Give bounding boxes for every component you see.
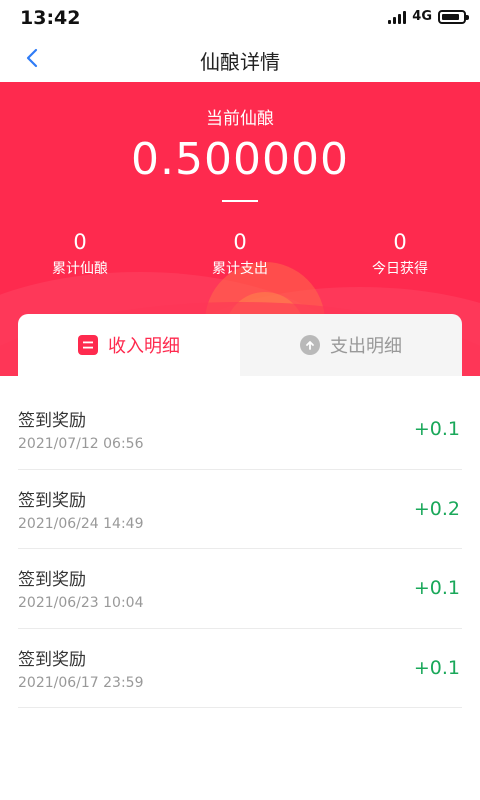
balance-value: 0.500000 [131, 134, 349, 185]
stat-label: 累计仙酿 [52, 261, 108, 277]
stat-value: 0 [393, 230, 407, 254]
page: 13:42 4G 仙酿详情 当前仙酿 0.500000 0 累计仙酿 0 累计支… [0, 0, 480, 800]
list-icon [78, 335, 98, 355]
record-title: 签到奖励 [18, 411, 86, 431]
record-title: 签到奖励 [18, 570, 86, 590]
list-item[interactable]: 签到奖励 2021/06/17 23:59 +0.1 [18, 629, 462, 708]
stat-total-spent: 0 累计支出 [170, 230, 310, 278]
list-item[interactable]: 签到奖励 2021/06/24 14:49 +0.2 [18, 470, 462, 549]
record-time: 2021/06/17 23:59 [18, 674, 144, 691]
record-time: 2021/07/12 06:56 [18, 436, 144, 452]
balance-label: 当前仙酿 [206, 109, 274, 129]
stat-value: 0 [73, 230, 87, 254]
record-time: 2021/06/23 10:04 [18, 595, 144, 611]
record-time: 2021/06/24 14:49 [18, 515, 144, 532]
page-title: 仙酿详情 [200, 50, 280, 74]
stat-total-earned: 0 累计仙酿 [10, 230, 150, 278]
arrow-up-circle-icon [300, 335, 320, 355]
record-amount: +0.2 [413, 497, 460, 520]
tab-expense[interactable]: 支出明细 [240, 314, 462, 376]
nav-bar: 仙酿详情 [0, 34, 480, 82]
record-list: 签到奖励 2021/07/12 06:56 +0.1 签到奖励 2021/06/… [18, 390, 462, 708]
stat-label: 累计支出 [212, 261, 268, 277]
signal-icon [388, 10, 407, 24]
balance-divider [222, 200, 258, 202]
battery-icon [438, 9, 469, 24]
status-bar: 13:42 4G [0, 0, 480, 34]
status-time: 13:42 [20, 7, 81, 29]
record-amount: +0.1 [413, 656, 460, 679]
network-type: 4G [412, 9, 432, 24]
list-item[interactable]: 签到奖励 2021/06/23 10:04 +0.1 [18, 549, 462, 629]
status-indicators: 4G [388, 9, 469, 24]
battery-fill [442, 13, 459, 20]
record-amount: +0.1 [413, 418, 460, 440]
record-title: 签到奖励 [18, 649, 86, 670]
stat-today-earned: 0 今日获得 [330, 230, 470, 278]
tab-label: 支出明细 [330, 336, 402, 357]
stat-label: 今日获得 [372, 261, 428, 277]
tab-income[interactable]: 收入明细 [18, 314, 240, 376]
tab-label: 收入明细 [108, 336, 180, 357]
record-tabs: 收入明细 支出明细 [18, 314, 462, 376]
record-title: 签到奖励 [18, 490, 86, 511]
list-item[interactable]: 签到奖励 2021/07/12 06:56 +0.1 [18, 390, 462, 470]
record-amount: +0.1 [413, 577, 460, 599]
stat-value: 0 [233, 230, 247, 254]
